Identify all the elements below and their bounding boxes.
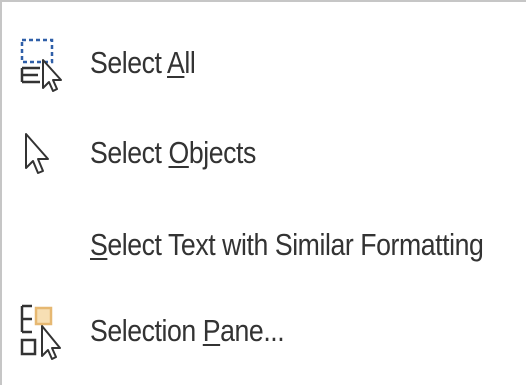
menu-item-label: Select All — [90, 45, 196, 80]
menu-item-selection-pane[interactable]: Selection Pane... — [2, 288, 526, 374]
menu-item-select-similar-formatting[interactable]: Select Text with Similar Formatting — [2, 202, 526, 288]
select-objects-icon — [18, 124, 66, 182]
select-dropdown-menu: Select All Select Objects Select Text wi… — [0, 0, 526, 385]
menu-item-label: Select Objects — [90, 135, 256, 170]
selection-pane-icon — [18, 302, 66, 360]
menu-item-select-all[interactable]: Select All — [2, 20, 526, 106]
menu-item-label: Select Text with Similar Formatting — [90, 227, 484, 262]
select-all-icon — [18, 34, 66, 92]
menu-item-label: Selection Pane... — [90, 313, 285, 348]
menu-item-select-objects[interactable]: Select Objects — [2, 110, 526, 196]
